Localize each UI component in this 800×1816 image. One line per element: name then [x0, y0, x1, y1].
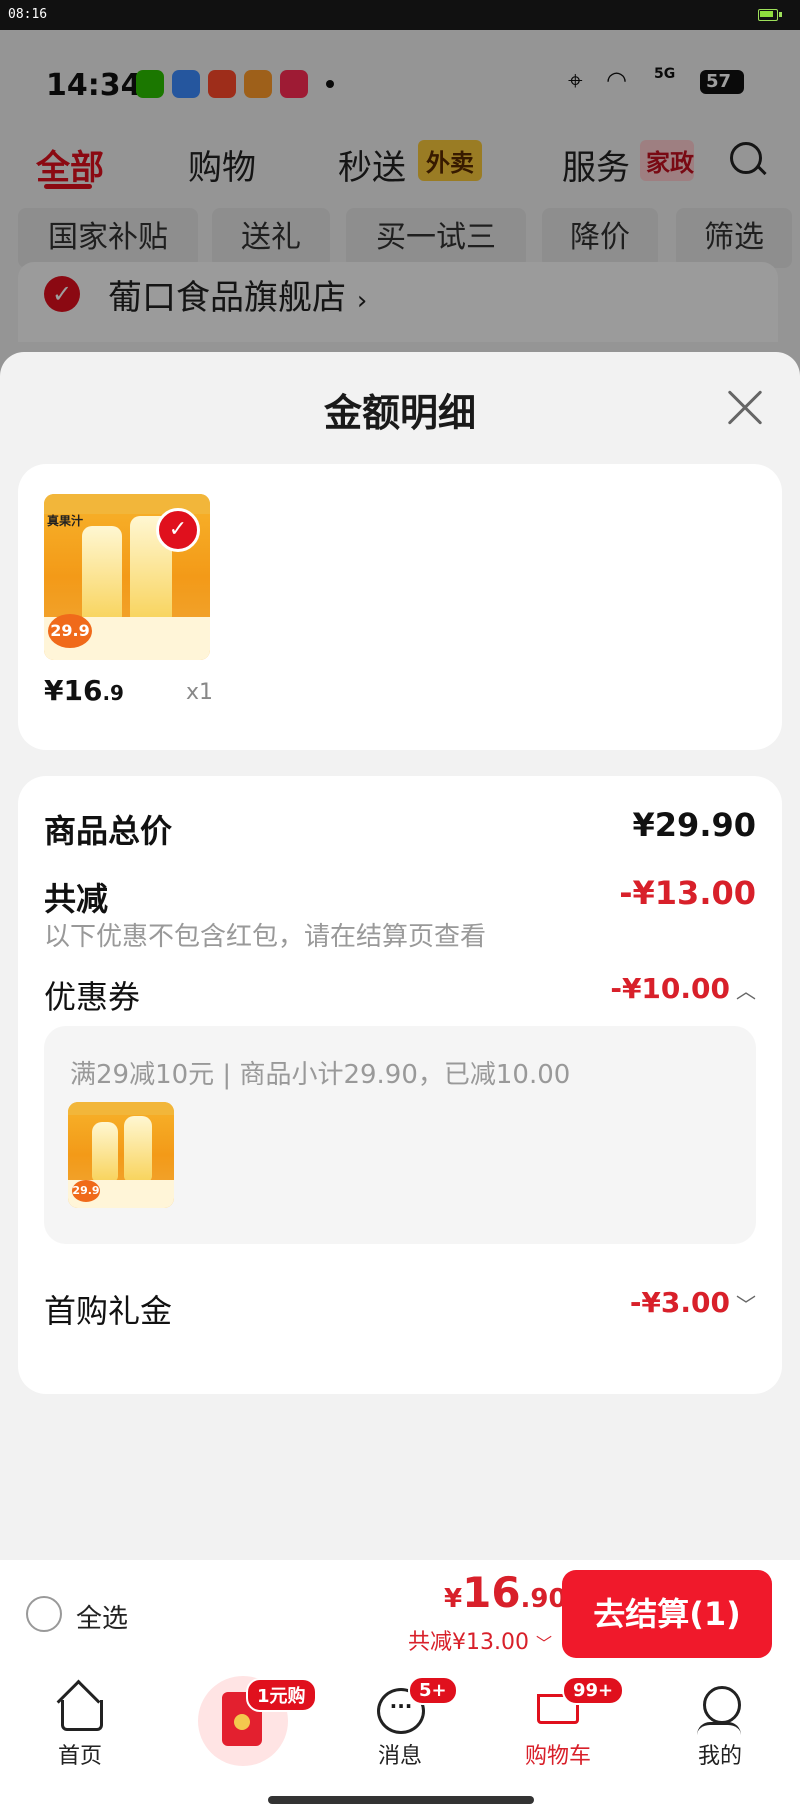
close-icon[interactable]: [722, 386, 766, 430]
gift-toggle[interactable]: -¥3.00 ﹀: [630, 1286, 756, 1319]
coupon-image-price: 29.9: [72, 1180, 100, 1202]
product-price: ¥16.9: [44, 674, 124, 707]
tabbar-me[interactable]: 我的: [660, 1686, 780, 1770]
coupon-detail-box: 满29减10元 | 商品小计29.90，已减10.00 29.9: [44, 1026, 756, 1244]
sheet-title: 金额明细: [323, 391, 476, 435]
reduce-label: 共减: [44, 880, 109, 918]
bottom-tabbar: 首页 1元购 ··· 消息 5+ 购物车 99+ 我的: [0, 1666, 800, 1816]
coupon-label: 优惠券: [44, 978, 141, 1016]
total-value: ¥29.90: [632, 806, 756, 844]
image-brand: 真果汁: [47, 514, 84, 529]
reduce-note: 以下优惠不包含红包，请在结算页查看: [44, 922, 487, 952]
total-price: ¥16.90: [444, 1568, 567, 1617]
tabbar-cart-label: 购物车: [524, 1744, 591, 1769]
product-image[interactable]: 真果汁 29.9 ✓: [44, 494, 210, 660]
gift-label: 首购礼金: [44, 1292, 173, 1330]
system-bar: 08:16: [0, 0, 800, 30]
price-detail-card: 商品总价 ¥29.90 共减 -¥13.00 以下优惠不包含红包，请在结算页查看…: [18, 776, 782, 1394]
coupon-toggle[interactable]: -¥10.00 ︿: [610, 972, 756, 1005]
product-quantity: x1: [186, 680, 214, 705]
home-icon: [56, 1679, 103, 1732]
profile-icon: [697, 1686, 743, 1732]
system-time: 08:16: [8, 7, 48, 22]
reduce-value: -¥13.00: [619, 874, 756, 912]
tabbar-home[interactable]: 首页: [20, 1679, 140, 1770]
total-discount[interactable]: 共减¥13.00 ﹀: [408, 1624, 552, 1656]
chevron-down-icon: ﹀: [736, 1293, 756, 1317]
tabbar-home-label: 首页: [57, 1744, 102, 1769]
select-all-label[interactable]: 全选: [76, 1598, 128, 1635]
discount-chevron-icon: ﹀: [535, 1634, 552, 1653]
tabbar-me-label: 我的: [697, 1744, 742, 1769]
coupon-product-image: 29.9: [68, 1102, 174, 1208]
product-card: 真果汁 29.9 ✓ ¥16.9 x1: [18, 464, 782, 750]
cart-badge: 99+: [562, 1676, 625, 1705]
system-battery-icon: [758, 9, 778, 21]
total-label: 商品总价: [44, 812, 173, 850]
home-indicator[interactable]: [268, 1796, 534, 1804]
amount-detail-sheet: 金额明细 真果汁 29.9 ✓ ¥16.9 x1 商品总价 ¥29.90 共减 …: [0, 352, 800, 1560]
image-price: 29.9: [48, 614, 92, 648]
one-yuan-badge: 1元购: [246, 1678, 317, 1712]
checkout-bar: 全选 ¥16.90 共减¥13.00 ﹀ 去结算(1): [0, 1560, 800, 1666]
tabbar-messages-label: 消息: [377, 1744, 422, 1769]
select-all-checkbox[interactable]: [26, 1596, 62, 1632]
checkout-button[interactable]: 去结算(1): [562, 1570, 772, 1658]
selected-check-icon: ✓: [156, 508, 200, 552]
coupon-description: 满29减10元 | 商品小计29.90，已减10.00: [70, 1060, 571, 1090]
chevron-up-icon: ︿: [736, 979, 756, 1003]
messages-badge: 5+: [408, 1676, 458, 1705]
system-battery-tip: [779, 12, 782, 17]
